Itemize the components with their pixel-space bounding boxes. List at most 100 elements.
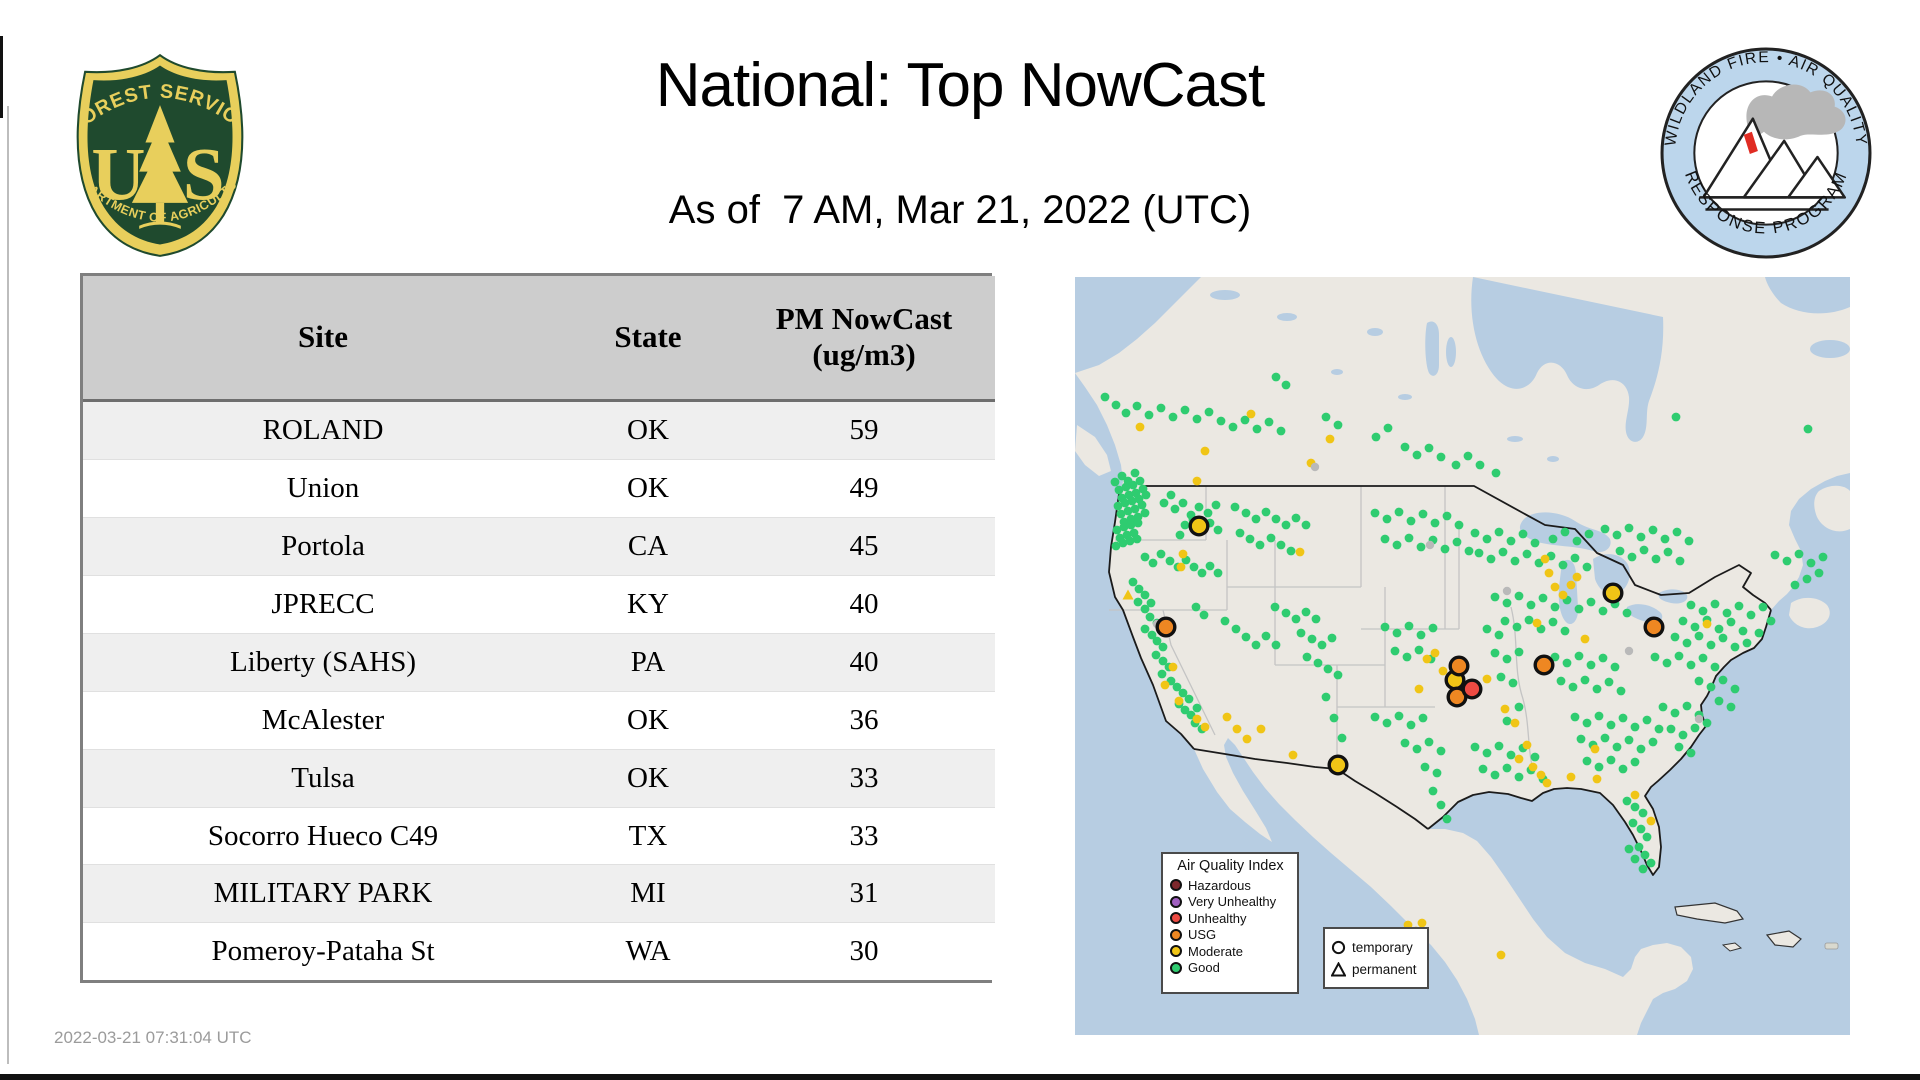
monitor-dot-good bbox=[1412, 744, 1422, 754]
monitor-dot-good bbox=[1650, 652, 1660, 662]
top-site-marker-moderate bbox=[1602, 582, 1624, 604]
monitor-dot-good bbox=[1132, 401, 1142, 411]
monitor-dot-moderate bbox=[1160, 680, 1170, 690]
monitor-dot-good bbox=[1432, 768, 1442, 778]
monitor-dot-moderate bbox=[1496, 950, 1506, 960]
column-header-pm-nowcast: PM NowCast (ug/m3) bbox=[733, 276, 995, 402]
monitor-dot-good bbox=[1628, 818, 1638, 828]
monitor-dot-good bbox=[1818, 552, 1828, 562]
monitor-dot-good bbox=[1191, 602, 1201, 612]
monitor-dot-moderate bbox=[1540, 554, 1550, 564]
monitor-dot-good bbox=[1586, 597, 1596, 607]
monitor-dot-good bbox=[1482, 748, 1492, 758]
monitor-dot-good bbox=[1329, 713, 1339, 723]
monitor-dot-good bbox=[1251, 640, 1261, 650]
monitor-dot-good bbox=[1630, 854, 1640, 864]
aqi-legend-item: Moderate bbox=[1170, 943, 1291, 960]
monitor-dot-good bbox=[1400, 738, 1410, 748]
monitor-dot-moderate bbox=[1580, 634, 1590, 644]
monitor-dot-moderate bbox=[1422, 654, 1432, 664]
monitor-dot-good bbox=[1482, 534, 1492, 544]
monitor-dot-good bbox=[1184, 694, 1194, 704]
monitor-dot-good bbox=[1662, 658, 1672, 668]
monitor-dot-good bbox=[1166, 490, 1176, 500]
aqi-swatch-unhealthy bbox=[1170, 912, 1182, 925]
monitor-dot-moderate bbox=[1702, 619, 1712, 629]
monitor-dot-good bbox=[1327, 633, 1337, 643]
monitor-dot-good bbox=[1394, 711, 1404, 721]
monitor-dot-good bbox=[1574, 651, 1584, 661]
monitor-dot-good bbox=[1370, 712, 1380, 722]
monitor-dot-good bbox=[1216, 416, 1226, 426]
monitor-dot-good bbox=[1130, 468, 1140, 478]
table-row: Tulsa OK 33 bbox=[83, 748, 995, 808]
monitor-dot-good bbox=[1582, 562, 1592, 572]
monitor-dot-good bbox=[1276, 426, 1286, 436]
monitor-dot-good bbox=[1424, 737, 1434, 747]
monitor-dot-moderate bbox=[1566, 580, 1576, 590]
monitor-dot-moderate bbox=[1222, 712, 1232, 722]
monitor-dot-moderate bbox=[1178, 549, 1188, 559]
monitor-dot-good bbox=[1660, 534, 1670, 544]
aqi-legend-item: USG bbox=[1170, 927, 1291, 944]
monitor-dot-good bbox=[1548, 534, 1558, 544]
page-subtitle: As of 7 AM, Mar 21, 2022 (UTC) bbox=[668, 188, 1252, 232]
monitor-dot-good bbox=[1674, 742, 1684, 752]
monitor-dot-good bbox=[1414, 645, 1424, 655]
monitor-dot-good bbox=[1132, 534, 1142, 544]
monitor-dot-good bbox=[1706, 682, 1716, 692]
aqi-label: Very Unhealthy bbox=[1188, 894, 1277, 910]
monitor-dot-good bbox=[1690, 723, 1700, 733]
monitor-dot-nodata bbox=[1425, 540, 1435, 550]
monitor-dot-moderate bbox=[1550, 582, 1560, 592]
monitor-dot-good bbox=[1418, 713, 1428, 723]
monitor-dot-moderate bbox=[1242, 734, 1252, 744]
monitor-dot-good bbox=[1291, 513, 1301, 523]
monitor-dot-good bbox=[1638, 864, 1648, 874]
monitor-dot-good bbox=[1746, 610, 1756, 620]
monitor-dot-good bbox=[1794, 549, 1804, 559]
monitor-dot-good bbox=[1230, 502, 1240, 512]
monitor-dot-good bbox=[1558, 560, 1568, 570]
monitor-dot-good bbox=[1170, 504, 1180, 514]
monitor-dot-moderate bbox=[1590, 744, 1600, 754]
aqi-swatch-good bbox=[1170, 961, 1182, 974]
monitor-dot-good bbox=[1710, 599, 1720, 609]
monitor-dot-good bbox=[1271, 640, 1281, 650]
monitor-dot-good bbox=[1638, 808, 1648, 818]
monitor-dot-good bbox=[1738, 626, 1748, 636]
aqi-label: Hazardous bbox=[1188, 877, 1251, 893]
monitor-dot-moderate bbox=[1174, 696, 1184, 706]
monitor-dot-good bbox=[1281, 608, 1291, 618]
monitor-dot-good bbox=[1624, 523, 1634, 533]
monitor-dot-good bbox=[1556, 676, 1566, 686]
monitor-dot-good bbox=[1296, 628, 1306, 638]
monitor-dot-good bbox=[1718, 633, 1728, 643]
monitor-dot-good bbox=[1241, 632, 1251, 642]
monitor-dot-good bbox=[1416, 630, 1426, 640]
monitor-dot-good bbox=[1420, 762, 1430, 772]
monitor-dot-good bbox=[1245, 534, 1255, 544]
monitor-dot-good bbox=[1560, 626, 1570, 636]
monitor-dot-moderate bbox=[1295, 547, 1305, 557]
monitor-dot-moderate bbox=[1135, 422, 1145, 432]
monitor-dot-good bbox=[1782, 556, 1792, 566]
column-header-site: Site bbox=[83, 276, 563, 402]
monitor-dot-good bbox=[1570, 712, 1580, 722]
aqi-legend-item: Hazardous bbox=[1170, 877, 1291, 894]
monitor-dot-good bbox=[1514, 647, 1524, 657]
monitor-dot-good bbox=[1678, 730, 1688, 740]
top-site-marker-usg bbox=[1155, 616, 1177, 638]
monitor-dot-good bbox=[1548, 617, 1558, 627]
monitor-dot-nodata bbox=[1694, 714, 1704, 724]
monitor-dot-good bbox=[1802, 574, 1812, 584]
top-site-marker-usg bbox=[1533, 654, 1555, 676]
top-site-marker-usg bbox=[1643, 616, 1665, 638]
monitor-dot-good bbox=[1194, 502, 1204, 512]
monitor-dot-good bbox=[1133, 518, 1143, 528]
permanent-triangle-icon bbox=[1331, 961, 1346, 976]
monitor-dot-moderate bbox=[1256, 724, 1266, 734]
monitor-dot-good bbox=[1726, 617, 1736, 627]
monitor-dot-good bbox=[1220, 616, 1230, 626]
monitor-dot-good bbox=[1146, 598, 1156, 608]
